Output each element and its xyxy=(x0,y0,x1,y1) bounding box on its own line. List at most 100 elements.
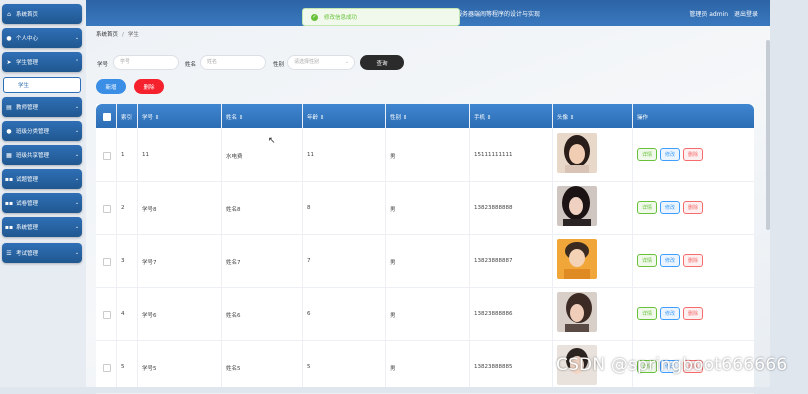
col-name[interactable]: 姓名 ⇕ xyxy=(226,113,243,121)
grid-icon: ▪▪ xyxy=(4,175,14,183)
sidebar-subitem-student[interactable]: 学生 xyxy=(3,77,81,93)
user-icon: ● xyxy=(6,34,12,42)
row-checkbox[interactable] xyxy=(103,205,111,213)
cell-phone: 13823888886 xyxy=(474,311,513,317)
edit-button[interactable]: 修改 xyxy=(660,254,681,267)
grid-icon: ▪▪ xyxy=(4,199,14,207)
table-row[interactable]: 4 学号6 姓名6 6 男 13823888886 详情 修改 删除 xyxy=(96,287,754,341)
edit-button[interactable]: 修改 xyxy=(660,148,681,161)
avatar[interactable] xyxy=(557,186,597,226)
sidebar-item-label: 学生管理 xyxy=(16,60,39,66)
detail-button[interactable]: 详情 xyxy=(637,254,658,267)
mouse-cursor-icon: ↖ xyxy=(268,136,276,146)
row-actions: 详情 修改 删除 xyxy=(637,254,704,267)
col-phone[interactable]: 手机 ⇕ xyxy=(474,113,491,121)
sidebar-item-class-share[interactable]: ▦ 班级共享管理 ⌄ xyxy=(2,145,82,165)
toast-message: 修改信息成功 xyxy=(324,15,358,21)
delete-button[interactable]: 删除 xyxy=(683,254,704,267)
page-scrollbar[interactable] xyxy=(766,40,770,230)
chevron-down-icon: ⌄ xyxy=(74,128,80,134)
cell-gender: 男 xyxy=(390,313,396,319)
sidebar-item-question-mgmt[interactable]: ▪▪ 试题管理 ⌄ xyxy=(2,169,82,189)
sidebar-item-system-mgmt[interactable]: ▪▪ 系统管理 ⌄ xyxy=(2,217,82,237)
name-label: 姓名 xyxy=(185,62,197,68)
sidebar-item-teacher-mgmt[interactable]: ▤ 教师管理 ⌄ xyxy=(2,97,82,117)
name-input[interactable]: 姓名 xyxy=(200,55,266,70)
breadcrumb: 系统首页 / 学生 xyxy=(96,30,139,38)
sidebar-item-paper-mgmt[interactable]: ▪▪ 试卷管理 ⌄ xyxy=(2,193,82,213)
cell-student-no: 学号5 xyxy=(142,366,157,372)
row-checkbox[interactable] xyxy=(103,152,111,160)
edit-button[interactable]: 修改 xyxy=(660,307,681,320)
gender-select-placeholder: 请选择性别 xyxy=(294,59,320,65)
edit-button[interactable]: 修改 xyxy=(660,201,681,214)
breadcrumb-home[interactable]: 系统首页 xyxy=(96,32,118,38)
cell-index: 4 xyxy=(121,311,125,317)
student-no-input[interactable]: 学号 xyxy=(113,55,179,70)
sidebar-item-student-mgmt[interactable]: ➤ 学生管理 ⌃ xyxy=(2,52,82,72)
detail-button[interactable]: 详情 xyxy=(637,148,658,161)
sidebar-item-label: 班级共享管理 xyxy=(16,153,50,159)
sidebar-item-home[interactable]: ⌂ 系统首页 xyxy=(2,4,82,24)
success-toast: ✓ 修改信息成功 xyxy=(302,8,460,26)
gender-label: 性别 xyxy=(273,62,285,68)
cell-phone: 13823888885 xyxy=(474,364,513,370)
cell-name: 姓名6 xyxy=(226,313,241,319)
add-button[interactable]: 新增 xyxy=(96,79,126,94)
table-row[interactable]: 1 11 水电费 11 男 15111111111 详情 修改 删除 xyxy=(96,128,754,182)
logout-link[interactable]: 退出登录 xyxy=(734,11,758,18)
chevron-up-icon: ⌃ xyxy=(74,59,80,65)
cell-phone: 15111111111 xyxy=(474,152,513,158)
sidebar-item-label: 个人中心 xyxy=(16,36,39,42)
breadcrumb-current: 学生 xyxy=(127,32,139,38)
sidebar-item-class-category[interactable]: ● 班级分类管理 ⌄ xyxy=(2,121,82,141)
col-avatar[interactable]: 头像 ⇕ xyxy=(557,113,574,121)
sidebar-item-profile[interactable]: ● 个人中心 ⌄ xyxy=(2,28,82,48)
home-icon: ⌂ xyxy=(7,10,11,18)
row-checkbox[interactable] xyxy=(103,258,111,266)
cell-name: 姓名8 xyxy=(226,207,241,213)
avatar[interactable] xyxy=(557,292,597,332)
user-info: 管理员 admin 退出登录 xyxy=(689,9,758,18)
sidebar-item-label: 试题管理 xyxy=(16,177,39,183)
gender-select[interactable]: 请选择性别 ⌄ xyxy=(287,55,355,70)
select-all-checkbox[interactable] xyxy=(103,113,111,121)
query-button[interactable]: 查询 xyxy=(360,55,404,70)
avatar[interactable] xyxy=(557,239,597,279)
table-row[interactable]: 2 学号8 姓名8 8 男 13823888888 详情 修改 删除 xyxy=(96,181,754,235)
cell-age: 8 xyxy=(307,205,311,211)
sidebar-item-exam-mgmt[interactable]: ☰ 考试管理 ⌄ xyxy=(2,243,82,263)
row-checkbox[interactable] xyxy=(103,311,111,319)
send-icon: ➤ xyxy=(6,58,12,66)
delete-button[interactable]: 删除 xyxy=(683,148,704,161)
check-circle-icon: ✓ xyxy=(311,13,318,21)
cell-student-no: 11 xyxy=(142,152,149,158)
student-table: 索引 学号 ⇕ 姓名 ⇕ 年龄 ⇕ 性别 ⇕ 手机 ⇕ 头像 ⇕ 操作 1 11… xyxy=(96,104,754,394)
cell-age: 11 xyxy=(307,152,314,158)
row-checkbox[interactable] xyxy=(103,364,111,372)
cell-student-no: 学号8 xyxy=(142,207,157,213)
col-student-no[interactable]: 学号 ⇕ xyxy=(142,113,159,121)
chevron-down-icon: ⌄ xyxy=(74,200,80,206)
detail-button[interactable]: 详情 xyxy=(637,201,658,214)
col-gender[interactable]: 性别 ⇕ xyxy=(390,113,407,121)
avatar[interactable] xyxy=(557,133,597,173)
cell-index: 5 xyxy=(121,364,125,370)
chevron-down-icon: ⌄ xyxy=(74,35,80,41)
delete-button[interactable]: 删除 xyxy=(683,307,704,320)
col-age[interactable]: 年龄 ⇕ xyxy=(307,113,324,121)
grid-icon: ▪▪ xyxy=(4,223,14,231)
chevron-down-icon: ⌄ xyxy=(344,59,349,65)
cell-gender: 男 xyxy=(390,260,396,266)
table-row[interactable]: 3 学号7 姓名7 7 男 13823888887 详情 修改 删除 xyxy=(96,234,754,288)
username: 管理员 admin xyxy=(689,11,729,18)
cell-age: 7 xyxy=(307,258,311,264)
cell-index: 1 xyxy=(121,152,125,158)
batch-delete-button[interactable]: 删除 xyxy=(134,79,164,94)
cell-gender: 男 xyxy=(390,366,396,372)
delete-button[interactable]: 删除 xyxy=(683,201,704,214)
detail-button[interactable]: 详情 xyxy=(637,307,658,320)
cell-age: 5 xyxy=(307,364,311,370)
user-icon: ● xyxy=(6,127,12,135)
cell-index: 3 xyxy=(121,258,125,264)
